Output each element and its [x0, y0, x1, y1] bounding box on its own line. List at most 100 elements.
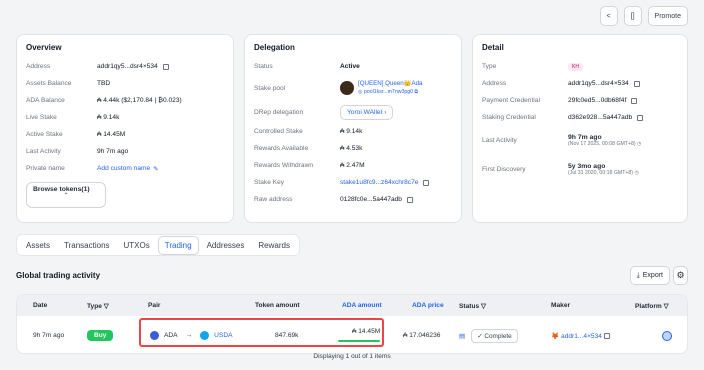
- export-button[interactable]: ⤓ Export: [629, 266, 670, 285]
- drep-button[interactable]: Yoroi WAllet ›: [340, 104, 394, 120]
- tab-addresses[interactable]: Addresses: [201, 237, 251, 254]
- add-custom-name-link[interactable]: Add custom name: [97, 165, 150, 172]
- active-stake-value: ₳ 14.45M: [97, 131, 126, 138]
- delegation-row-raw: Raw address 0128fc0e...5a447adb: [254, 191, 452, 208]
- tab-utxos[interactable]: UTXOs: [118, 237, 156, 254]
- rewards-withdrawn-value: ₳ 2.47M: [340, 162, 365, 169]
- controlled-stake-value: ₳ 9.14k: [340, 128, 363, 135]
- detail-row-staking: Staking Credential d362e928...5a447adb: [482, 109, 678, 126]
- copy-icon[interactable]: [162, 63, 169, 70]
- row-label: Active Stake: [26, 131, 63, 138]
- back-button[interactable]: <: [599, 6, 618, 26]
- browse-tokens-button[interactable]: Browse tokens(1) ⌃: [26, 182, 106, 208]
- overview-title: Overview: [26, 43, 62, 52]
- ada-balance-value: ₳ 4.44k ($2,170.84 | ₿0.023): [97, 97, 182, 104]
- detail-row-address: Address addr1qy5...dsr4×534: [482, 75, 678, 92]
- copy-icon[interactable]: [603, 332, 610, 339]
- header-date[interactable]: Date: [33, 295, 47, 316]
- detail-row-payment: Payment Credential 29fc0ed5...0db68f4f: [482, 92, 678, 109]
- delegation-row-drep: DRep delegation Yoroi WAllet ›: [254, 101, 452, 123]
- cell-ada-price: ₳ 17.046236: [403, 332, 441, 339]
- live-stake-value: ₳ 9.14k: [97, 114, 120, 121]
- delegation-title: Delegation: [254, 43, 295, 52]
- row-label: Stake pool: [254, 84, 286, 92]
- cell-date[interactable]: 9h 7m ago: [33, 316, 64, 353]
- download-icon: ⤓: [636, 271, 640, 279]
- detail-card: Detail Type KH Address addr1qy5...dsr4×5…: [472, 34, 688, 223]
- delegation-row-stake-key: Stake Key stake1u8fc9...z64xchr8c7e: [254, 174, 452, 191]
- header-type[interactable]: Type ▽: [87, 295, 109, 316]
- row-label: Last Activity: [482, 137, 517, 144]
- buy-badge: Buy: [87, 330, 114, 341]
- fullscreen-button[interactable]: []: [623, 6, 642, 26]
- overview-row-last-activity: Last Activity 9h 7m ago: [26, 143, 224, 160]
- assets-balance-value: TBD: [97, 80, 111, 87]
- browse-tokens-label: Browse tokens: [33, 186, 82, 193]
- raw-address-value: 0128fc0e...5a447adb: [340, 196, 402, 203]
- highlight-box: [139, 318, 384, 347]
- stake-key-link[interactable]: stake1u8fc9...z64xchr8c7e: [340, 179, 418, 186]
- row-label: Live Stake: [26, 114, 57, 121]
- row-label: Staking Credential: [482, 114, 536, 121]
- promote-button[interactable]: Promote: [647, 6, 688, 26]
- rewards-available-value: ₳ 4.53k: [340, 145, 363, 152]
- copy-icon[interactable]: [631, 97, 638, 104]
- overview-row-assets: Assets Balance TBD: [26, 75, 224, 92]
- detail-row-type: Type KH: [482, 58, 678, 75]
- row-label: ADA Balance: [26, 97, 65, 104]
- row-label: Assets Balance: [26, 80, 72, 87]
- copy-icon[interactable]: [423, 179, 430, 186]
- address-value: addr1qy5...dsr4×534: [97, 63, 158, 70]
- row-label: Raw address: [254, 196, 293, 203]
- overview-row-address: Address addr1qy5...dsr4×534: [26, 58, 224, 75]
- delegation-row-status: Status Active: [254, 58, 452, 75]
- detail-row-last-activity: Last Activity 9h 7m ago (Nov 17 2025, 00…: [482, 126, 678, 155]
- detail-address-value: addr1qy5...dsr4×534: [568, 80, 629, 87]
- last-activity-value: 9h 7m ago: [97, 148, 129, 155]
- first-discovery-date: (Jul 31 2020, 00:18 GMT+8) ◷: [568, 169, 639, 176]
- detail-row-first-discovery: First Discovery 5y 3mo ago (Jul 31 2020,…: [482, 155, 678, 184]
- document-icon[interactable]: ▤: [459, 332, 465, 340]
- row-label: Private name: [26, 165, 65, 172]
- copy-icon[interactable]: [633, 80, 640, 87]
- row-label: Rewards Available: [254, 145, 309, 152]
- delegation-row-rewards-available: Rewards Available ₳ 4.53k: [254, 140, 452, 157]
- header-token-amount[interactable]: Token amount: [255, 295, 300, 316]
- delegation-card: Delegation Status Active Stake pool [QUE…: [244, 34, 462, 223]
- header-ada-price[interactable]: ADA price: [412, 295, 444, 316]
- tab-trading[interactable]: Trading: [157, 235, 199, 255]
- header-platform[interactable]: Platform ▽: [635, 295, 669, 316]
- copy-icon[interactable]: [406, 196, 413, 203]
- status-value: Active: [340, 63, 360, 70]
- row-label: Stake Key: [254, 179, 285, 186]
- pool-id[interactable]: ◎ pool1ksr...m7nw3pg0 ⧉: [358, 88, 422, 96]
- status-complete-badge: ✓ Complete: [471, 328, 518, 343]
- header-status[interactable]: Status ▽: [459, 295, 486, 316]
- delegation-row-pool: Stake pool [QUEEN] Queen👑Ada ◎ pool1ksr.…: [254, 75, 452, 101]
- overview-card: Overview Address addr1qy5...dsr4×534 Ass…: [16, 34, 234, 223]
- row-label: Last Activity: [26, 148, 61, 155]
- row-label: Status: [254, 63, 273, 70]
- row-label: Controlled Stake: [254, 128, 303, 135]
- pool-avatar: [340, 81, 354, 95]
- pool-name-link[interactable]: [QUEEN] Queen👑Ada: [358, 80, 422, 88]
- section-title: Global trading activity: [16, 271, 101, 280]
- tab-rewards[interactable]: Rewards: [252, 237, 296, 254]
- payment-credential-value: 29fc0ed5...0db68f4f: [568, 97, 627, 104]
- overview-row-private-name: Private name Add custom name ✎: [26, 160, 224, 177]
- tab-transactions[interactable]: Transactions: [58, 237, 116, 254]
- detail-title: Detail: [482, 43, 504, 52]
- delegation-row-controlled: Controlled Stake ₳ 9.14k: [254, 123, 452, 140]
- overview-row-live-stake: Live Stake ₳ 9.14k: [26, 109, 224, 126]
- row-label: Address: [482, 80, 507, 87]
- browse-tokens-count: (1): [81, 186, 90, 193]
- edit-icon[interactable]: ✎: [153, 165, 159, 173]
- platform-icon[interactable]: [662, 330, 672, 341]
- last-activity-value: 9h 7m ago: [568, 133, 602, 141]
- copy-icon[interactable]: [637, 114, 644, 121]
- chevron-icon: ⌃: [63, 193, 69, 199]
- tab-assets[interactable]: Assets: [20, 237, 56, 254]
- row-label: DRep delegation: [254, 108, 304, 116]
- gear-icon[interactable]: ⚙: [673, 266, 688, 285]
- maker-link[interactable]: 🦊 addr1...4×534: [551, 332, 602, 340]
